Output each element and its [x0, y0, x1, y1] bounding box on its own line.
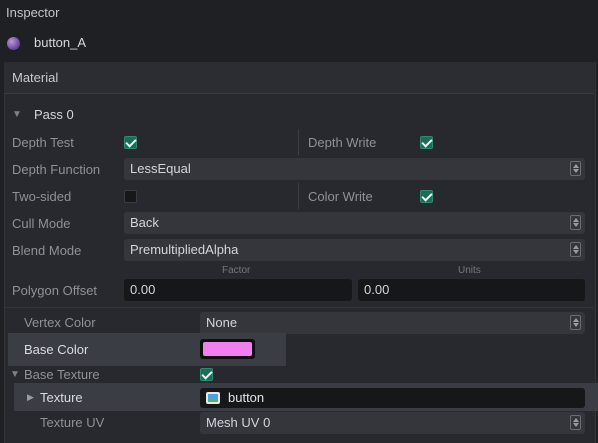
texture-expand-triangle-icon[interactable]: ▶: [27, 392, 34, 403]
polygon-offset-factor-input[interactable]: 0.00: [124, 279, 352, 301]
blend-mode-label: Blend Mode: [12, 243, 82, 258]
section-divider: [4, 307, 594, 308]
asset-row: button_A: [0, 30, 598, 56]
cull-mode-value: Back: [130, 215, 159, 230]
texture-label: Texture: [40, 390, 83, 405]
image-asset-icon: [206, 392, 220, 404]
inspector-title: Inspector: [6, 5, 60, 20]
base-texture-label: Base Texture: [24, 367, 100, 382]
asset-name: button_A: [34, 35, 87, 50]
chevron-updown-icon: [570, 415, 581, 430]
vertex-color-value: None: [206, 315, 238, 330]
cull-mode-label: Cull Mode: [12, 216, 71, 231]
vertex-color-select[interactable]: None: [200, 312, 585, 334]
blend-mode-value: PremultipliedAlpha: [130, 242, 239, 257]
texture-uv-label: Texture UV: [40, 415, 105, 430]
color-write-label: Color Write: [308, 189, 373, 204]
chevron-updown-icon: [570, 215, 581, 230]
base-texture-collapse-triangle-icon[interactable]: ▼: [10, 369, 20, 380]
texture-asset-name: button: [228, 390, 265, 405]
column-divider: [298, 183, 299, 209]
column-divider: [298, 129, 299, 155]
depth-function-label: Depth Function: [12, 162, 101, 177]
material-section-header[interactable]: Material: [4, 62, 594, 94]
texture-uv-select[interactable]: Mesh UV 0: [200, 412, 585, 434]
factor-caption: Factor: [222, 265, 251, 276]
depth-write-label: Depth Write: [308, 135, 377, 150]
chevron-updown-icon: [570, 315, 581, 330]
base-texture-checkbox[interactable]: [200, 368, 213, 381]
cull-mode-select[interactable]: Back: [124, 212, 585, 234]
base-color-fill: [203, 342, 252, 356]
depth-write-checkbox[interactable]: [420, 136, 433, 149]
two-sided-checkbox[interactable]: [124, 190, 137, 203]
chevron-updown-icon: [570, 161, 581, 176]
units-caption: Units: [458, 265, 481, 276]
texture-uv-value: Mesh UV 0: [206, 415, 271, 430]
two-sided-label: Two-sided: [12, 189, 72, 204]
chevron-updown-icon: [570, 242, 581, 257]
depth-function-select[interactable]: LessEqual: [124, 158, 585, 180]
pass-collapse-triangle-icon[interactable]: ▼: [12, 109, 22, 120]
material-sphere-icon: [7, 37, 20, 50]
texture-asset-field[interactable]: button: [200, 388, 585, 408]
depth-test-label: Depth Test: [12, 135, 74, 150]
pass-label[interactable]: Pass 0: [34, 107, 74, 122]
depth-function-value: LessEqual: [130, 161, 191, 176]
blend-mode-select[interactable]: PremultipliedAlpha: [124, 239, 585, 261]
base-color-swatch[interactable]: [200, 339, 255, 359]
depth-test-checkbox[interactable]: [124, 136, 137, 149]
polygon-offset-units-input[interactable]: 0.00: [358, 279, 585, 301]
polygon-offset-label: Polygon Offset: [12, 283, 98, 298]
material-section-title: Material: [12, 70, 59, 85]
base-color-label: Base Color: [24, 342, 89, 357]
color-write-checkbox[interactable]: [420, 190, 433, 203]
vertex-color-label: Vertex Color: [24, 315, 96, 330]
